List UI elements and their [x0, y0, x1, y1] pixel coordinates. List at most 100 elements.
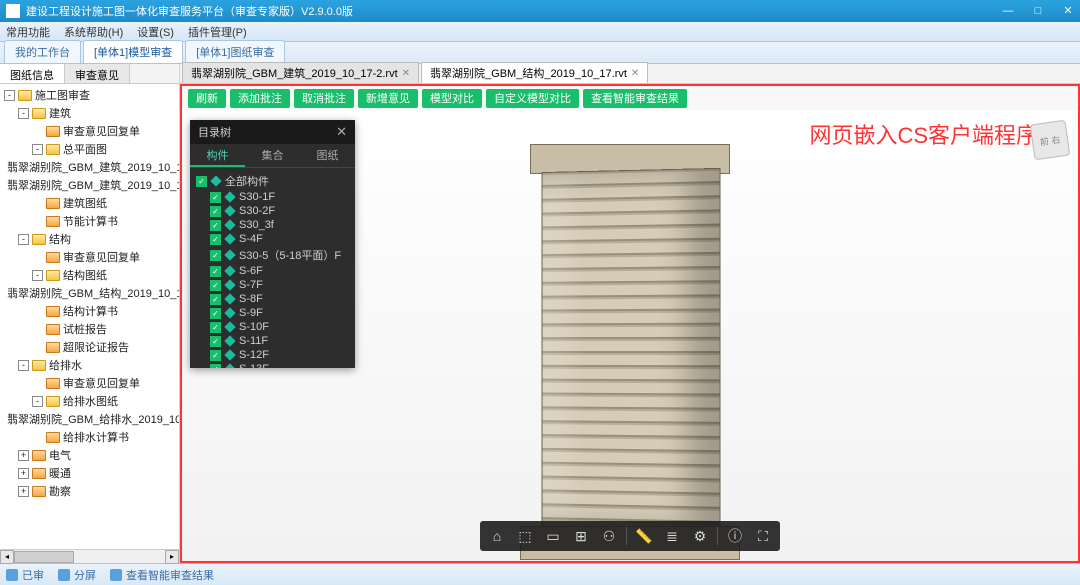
expand-icon[interactable]: +	[18, 450, 29, 461]
directory-item[interactable]: ✓S-6F	[196, 264, 349, 278]
viewer-3d[interactable]: 目录树 ✕ 构件集合图纸 ✓全部构件✓S30-1F✓S30-2F✓S30_3f✓…	[182, 110, 1078, 561]
menu-plugins[interactable]: 插件管理(P)	[188, 24, 247, 40]
document-tab[interactable]: 翡翠湖别院_GBM_建筑_2019_10_17-2.rvt✕	[182, 62, 419, 83]
expand-icon[interactable]: +	[18, 486, 29, 497]
checkbox-icon[interactable]: ✓	[210, 350, 221, 361]
action-button-5[interactable]: 自定义模型对比	[486, 89, 579, 108]
checkbox-icon[interactable]: ✓	[210, 250, 221, 261]
directory-item[interactable]: ✓S-13F	[196, 362, 349, 368]
directory-item[interactable]: ✓S-12F	[196, 348, 349, 362]
status-item-1[interactable]: 分屏	[58, 567, 96, 583]
checkbox-icon[interactable]: ✓	[196, 176, 207, 187]
directory-tab-0[interactable]: 构件	[190, 144, 245, 167]
directory-tab-2[interactable]: 图纸	[300, 144, 355, 167]
section-icon[interactable]: ▭	[542, 525, 564, 547]
person-icon[interactable]: ⚇	[598, 525, 620, 547]
maximize-button[interactable]: □	[1032, 5, 1044, 17]
collapse-icon[interactable]: -	[18, 234, 29, 245]
project-tree[interactable]: -施工图审查-建筑审查意见回复单-总平面图翡翠湖别院_GBM_建筑_2019_1…	[0, 84, 179, 549]
directory-item[interactable]: ✓S-8F	[196, 292, 349, 306]
directory-close-icon[interactable]: ✕	[336, 124, 347, 140]
status-item-0[interactable]: 已审	[6, 567, 44, 583]
scroll-left-icon[interactable]: ◂	[0, 550, 14, 564]
tree-node[interactable]: 结构计算书	[2, 302, 177, 320]
tree-h-scrollbar[interactable]: ◂ ▸	[0, 549, 179, 563]
collapse-icon[interactable]: -	[18, 360, 29, 371]
close-button[interactable]: ✕	[1062, 5, 1074, 17]
tree-node[interactable]: -给排水	[2, 356, 177, 374]
home-icon[interactable]: ⌂	[486, 525, 508, 547]
directory-item[interactable]: ✓S30-1F	[196, 190, 349, 204]
layers-icon[interactable]: ≣	[661, 525, 683, 547]
close-icon[interactable]: ✕	[631, 68, 639, 79]
directory-item[interactable]: ✓S-7F	[196, 278, 349, 292]
view-cube[interactable]: 前 右	[1030, 120, 1071, 161]
directory-panel[interactable]: 目录树 ✕ 构件集合图纸 ✓全部构件✓S30-1F✓S30-2F✓S30_3f✓…	[190, 120, 355, 368]
tree-node[interactable]: 给排水计算书	[2, 428, 177, 446]
expand-icon[interactable]: +	[18, 468, 29, 479]
top-tab-2[interactable]: [单体1]图纸审查	[185, 40, 285, 63]
tree-node[interactable]: 建筑图纸	[2, 194, 177, 212]
action-button-1[interactable]: 添加批注	[230, 89, 290, 108]
collapse-icon[interactable]: -	[32, 396, 43, 407]
action-button-0[interactable]: 刷新	[188, 89, 226, 108]
tree-node[interactable]: 试桩报告	[2, 320, 177, 338]
checkbox-icon[interactable]: ✓	[210, 266, 221, 277]
tree-node[interactable]: 审查意见回复单	[2, 374, 177, 392]
tree-node[interactable]: 翡翠湖别院_GBM_建筑_2019_10_1	[2, 176, 177, 194]
scroll-thumb[interactable]	[14, 551, 74, 563]
close-icon[interactable]: ✕	[402, 68, 410, 79]
tree-node[interactable]: -结构	[2, 230, 177, 248]
action-button-4[interactable]: 模型对比	[422, 89, 482, 108]
checkbox-icon[interactable]: ✓	[210, 206, 221, 217]
directory-item[interactable]: ✓S-10F	[196, 320, 349, 334]
checkbox-icon[interactable]: ✓	[210, 322, 221, 333]
checkbox-icon[interactable]: ✓	[210, 336, 221, 347]
directory-root[interactable]: ✓全部构件	[196, 172, 349, 190]
fullscreen-icon[interactable]: ⛶	[752, 525, 774, 547]
left-subtab-1[interactable]: 审查意见	[65, 64, 130, 83]
document-tab[interactable]: 翡翠湖别院_GBM_结构_2019_10_17.rvt✕	[421, 62, 648, 83]
tree-node[interactable]: 超限论证报告	[2, 338, 177, 356]
action-button-6[interactable]: 查看智能审查结果	[583, 89, 687, 108]
tree-node[interactable]: -建筑	[2, 104, 177, 122]
directory-tab-1[interactable]: 集合	[245, 144, 300, 167]
tree-node[interactable]: -总平面图	[2, 140, 177, 158]
tree-node[interactable]: -结构图纸	[2, 266, 177, 284]
directory-item[interactable]: ✓S30-5（5-18平面）F	[196, 246, 349, 264]
left-subtab-0[interactable]: 图纸信息	[0, 64, 65, 83]
measure-icon[interactable]: 📏	[633, 525, 655, 547]
tree-node[interactable]: +暖通	[2, 464, 177, 482]
collapse-icon[interactable]: -	[32, 270, 43, 281]
tree-node[interactable]: 审查意见回复单	[2, 248, 177, 266]
checkbox-icon[interactable]: ✓	[210, 192, 221, 203]
tree-node[interactable]: +电气	[2, 446, 177, 464]
tree-node[interactable]: -施工图审查	[2, 86, 177, 104]
tree-node[interactable]: 审查意见回复单	[2, 122, 177, 140]
tree-node[interactable]: 翡翠湖别院_GBM_建筑_2019_10_17.r	[2, 158, 177, 176]
directory-list[interactable]: ✓全部构件✓S30-1F✓S30-2F✓S30_3f✓S-4F✓S30-5（5-…	[190, 168, 355, 368]
tree-node[interactable]: 翡翠湖别院_GBM_结构_2019_10_17.r	[2, 284, 177, 302]
tree-node[interactable]: +勘察	[2, 482, 177, 500]
tree-node[interactable]: 翡翠湖别院_GBM_给排水_2019_10_1	[2, 410, 177, 428]
directory-item[interactable]: ✓S-4F	[196, 232, 349, 246]
checkbox-icon[interactable]: ✓	[210, 280, 221, 291]
top-tab-1[interactable]: [单体1]模型审查	[83, 40, 183, 63]
checkbox-icon[interactable]: ✓	[210, 364, 221, 369]
collapse-icon[interactable]: -	[4, 90, 15, 101]
checkbox-icon[interactable]: ✓	[210, 294, 221, 305]
menu-settings[interactable]: 设置(S)	[137, 24, 174, 40]
status-item-2[interactable]: 查看智能审查结果	[110, 567, 214, 583]
action-button-3[interactable]: 新增意见	[358, 89, 418, 108]
collapse-icon[interactable]: -	[18, 108, 29, 119]
settings-icon[interactable]: ⚙	[689, 525, 711, 547]
directory-item[interactable]: ✓S-9F	[196, 306, 349, 320]
menu-common[interactable]: 常用功能	[6, 24, 50, 40]
collapse-icon[interactable]: -	[32, 144, 43, 155]
directory-item[interactable]: ✓S30_3f	[196, 218, 349, 232]
menu-help[interactable]: 系统帮助(H)	[64, 24, 123, 40]
scroll-right-icon[interactable]: ▸	[165, 550, 179, 564]
info-icon[interactable]: ⓘ	[724, 525, 746, 547]
top-tab-0[interactable]: 我的工作台	[4, 40, 81, 63]
checkbox-icon[interactable]: ✓	[210, 234, 221, 245]
